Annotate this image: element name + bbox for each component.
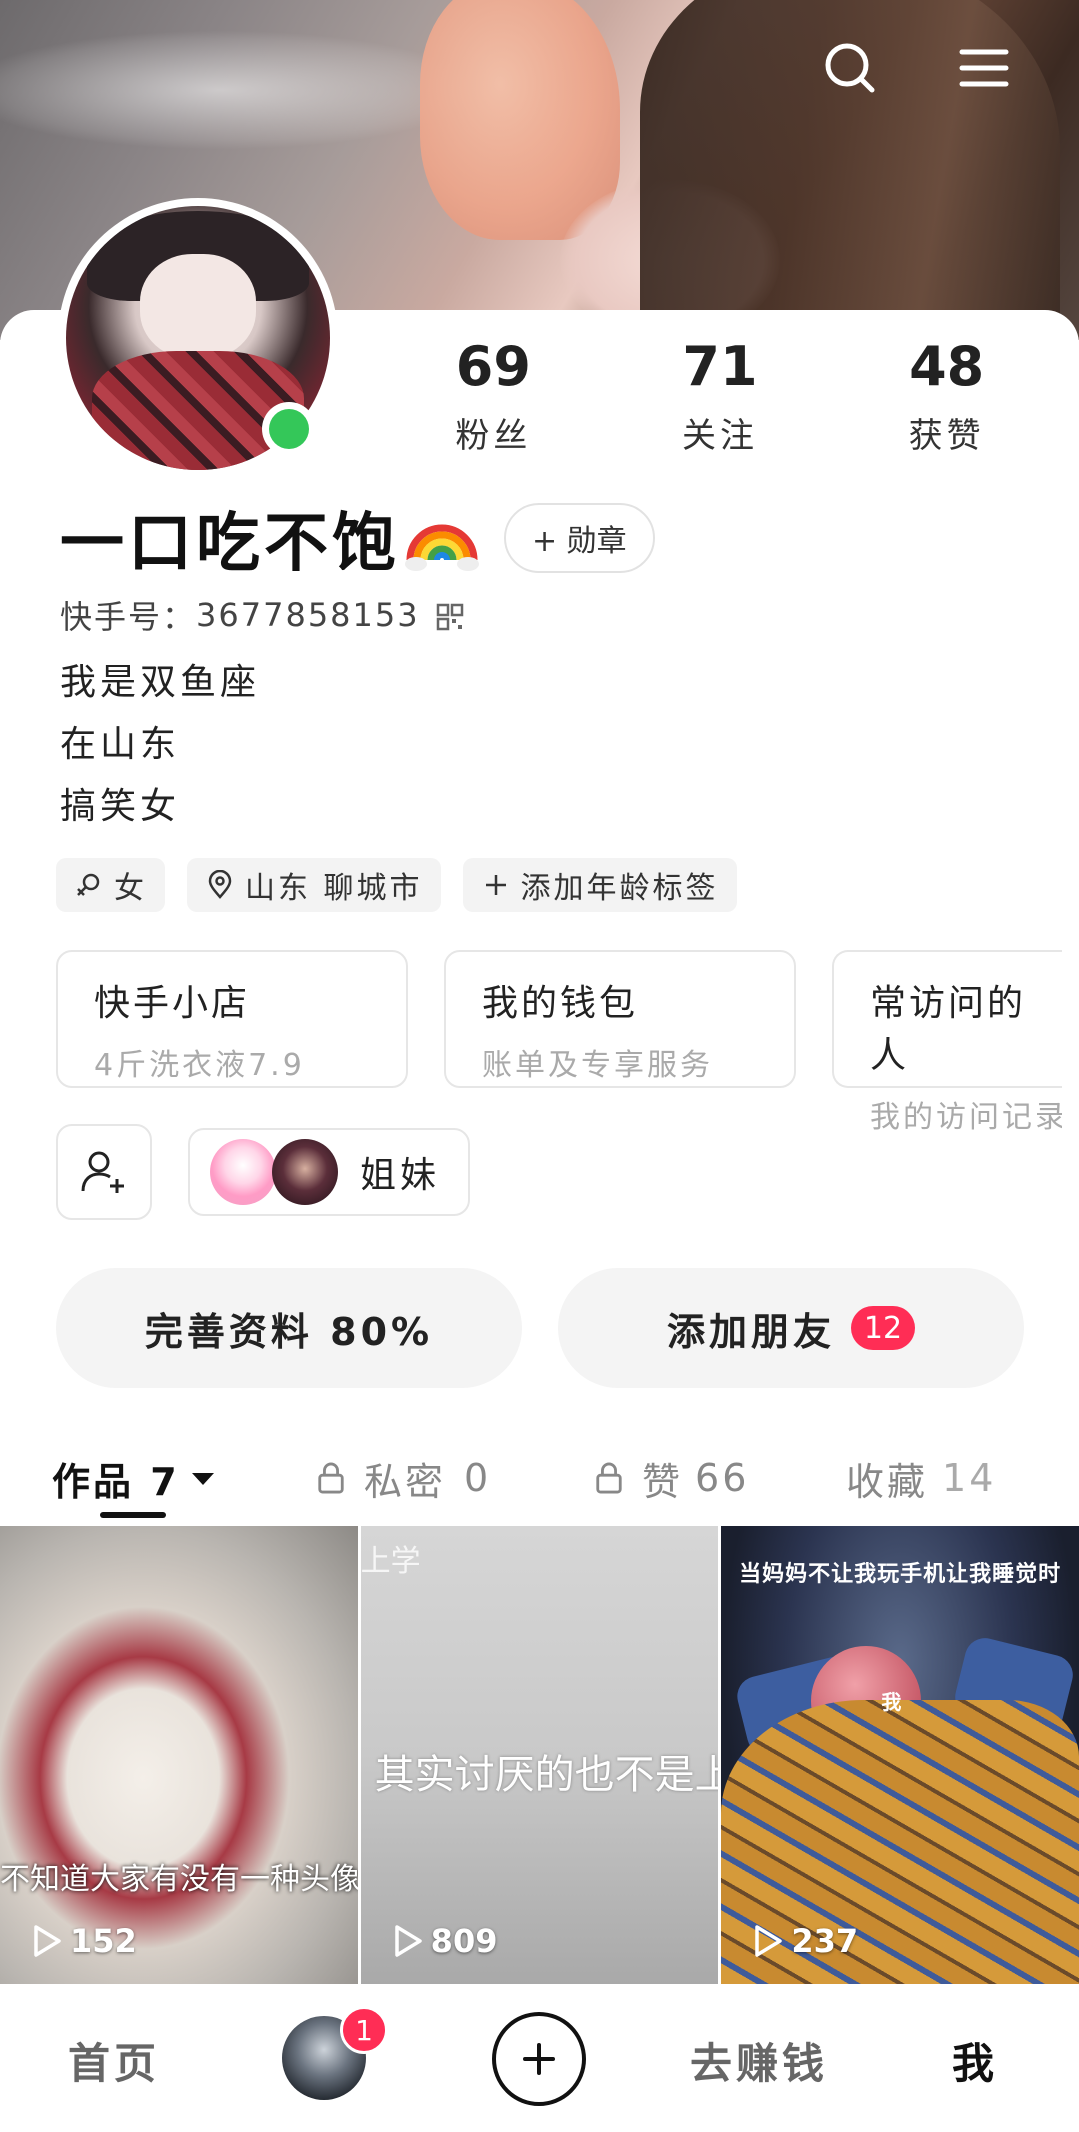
- nav-badge: 1: [340, 2006, 388, 2054]
- nav-me[interactable]: 我: [952, 2030, 998, 2091]
- tag-label: 女: [114, 871, 147, 906]
- female-icon: [74, 870, 104, 900]
- add-friends-button[interactable]: 添加朋友 12: [558, 1268, 1024, 1388]
- friend-group[interactable]: 姐妹: [188, 1128, 471, 1216]
- video-thumbnail[interactable]: 不知道大家有没有一种头像 152: [0, 1526, 358, 1984]
- video-top-caption: 上学: [360, 1544, 421, 1579]
- location-icon: [205, 870, 235, 900]
- card-subtitle: 我的访问记录: [870, 1100, 1062, 1135]
- video-caption: 当妈妈不让我玩手机让我睡觉时: [739, 1562, 1062, 1587]
- card-title: 我的钱包: [482, 983, 639, 1024]
- tab-label: 赞: [642, 1459, 684, 1504]
- profile-tags: 女 山东 聊城市 添加年龄标签: [56, 858, 737, 912]
- bottom-nav: 首页 1 去赚钱 我: [0, 1984, 1079, 2132]
- tab-private[interactable]: 私密 0: [316, 1451, 491, 1506]
- video-caption: 其实讨厌的也不是上学: [374, 1752, 719, 1798]
- service-cards: 快手小店 4斤洗衣液7.9 我的钱包 账单及专享服务 常访问的人 我的访问记录: [56, 950, 1062, 1135]
- kuaishou-id-label: 快手号：: [60, 598, 197, 636]
- play-count: 809: [393, 1922, 498, 1960]
- play-count-value: 152: [70, 1922, 137, 1960]
- action-buttons: 完善资料 80% 添加朋友 12: [56, 1268, 1024, 1388]
- card-frequent-visitors[interactable]: 常访问的人 我的访问记录: [832, 950, 1062, 1135]
- play-icon: [34, 1925, 61, 1957]
- plus-icon: [523, 2043, 555, 2075]
- tab-count: 0: [464, 1456, 492, 1500]
- add-user-icon: [81, 1151, 124, 1193]
- bio-line: 搞笑女: [60, 786, 181, 827]
- stat-value: 71: [682, 335, 758, 398]
- bio-line: 在山东: [60, 724, 181, 765]
- card-title: 常访问的人: [870, 983, 1027, 1076]
- play-count: 237: [753, 1922, 858, 1960]
- tab-works[interactable]: 作品 7: [52, 1451, 218, 1506]
- lock-icon: [318, 1462, 344, 1494]
- plus-icon: [481, 870, 511, 900]
- video-thumbnail[interactable]: 上学 其实讨厌的也不是上学 809: [360, 1526, 719, 1984]
- qrcode-icon[interactable]: [436, 601, 464, 631]
- tab-count: 66: [695, 1456, 750, 1500]
- add-friends-badge: 12: [851, 1306, 915, 1350]
- tab-label: 私密: [364, 1459, 447, 1504]
- nav-home[interactable]: 首页: [68, 2030, 160, 2091]
- stat-likes[interactable]: 48 获赞: [833, 340, 1060, 457]
- bio: 我是双鱼座 在山东 搞笑女: [60, 652, 260, 838]
- tag-gender[interactable]: 女: [56, 858, 165, 912]
- tag-label: 山东 聊城市: [245, 871, 423, 906]
- stat-label: 获赞: [908, 416, 985, 456]
- lock-icon: [596, 1462, 622, 1494]
- stat-followers[interactable]: 69 粉丝: [380, 340, 607, 457]
- stat-label: 粉丝: [455, 416, 532, 456]
- group-avatar: [210, 1139, 276, 1205]
- complete-profile-button[interactable]: 完善资料 80%: [56, 1268, 522, 1388]
- online-status-dot: [262, 402, 316, 456]
- bio-line: 我是双鱼座: [60, 662, 261, 703]
- tab-favorites[interactable]: 收藏 14: [846, 1451, 996, 1506]
- card-subtitle: 账单及专享服务: [482, 1048, 713, 1083]
- tag-label: 添加年龄标签: [520, 871, 719, 906]
- video-thumbnail[interactable]: 当妈妈不让我玩手机让我睡觉时 我 237: [721, 1526, 1079, 1984]
- tag-add-age[interactable]: 添加年龄标签: [462, 858, 737, 912]
- medal-button[interactable]: + 勋章: [504, 503, 655, 573]
- tab-likes[interactable]: 赞 66: [594, 1451, 749, 1506]
- friends-row: 姐妹: [56, 1124, 471, 1220]
- video-caption: 不知道大家有没有一种头像: [0, 1862, 358, 1897]
- play-count-value: 809: [430, 1922, 498, 1960]
- stat-following[interactable]: 71 关注: [607, 340, 834, 457]
- play-count-value: 237: [791, 1922, 859, 1960]
- tab-count: 14: [942, 1456, 997, 1500]
- add-friends-label: 添加朋友: [666, 1309, 835, 1354]
- nickname-row: 一口吃不饱 + 勋章: [60, 492, 655, 584]
- stat-value: 69: [455, 335, 531, 398]
- add-friend-button[interactable]: [56, 1124, 152, 1220]
- play-icon: [394, 1925, 422, 1957]
- rainbow-icon: [404, 500, 480, 576]
- caret-down-icon: [191, 1473, 214, 1485]
- stat-label: 关注: [682, 416, 758, 456]
- video-inner-caption: 我: [881, 1690, 902, 1714]
- video-grid: 不知道大家有没有一种头像 152 上学 其实讨厌的也不是上学 809 当妈妈不让…: [0, 1526, 1079, 1984]
- tag-location[interactable]: 山东 聊城市: [187, 858, 441, 912]
- group-avatar: [272, 1139, 338, 1205]
- stat-value: 48: [909, 335, 985, 398]
- play-icon: [755, 1925, 783, 1957]
- create-button[interactable]: [492, 2012, 586, 2106]
- nickname: 一口吃不饱: [60, 507, 400, 581]
- complete-profile-label: 完善资料 80%: [144, 1309, 434, 1354]
- group-name: 姐妹: [360, 1155, 441, 1196]
- tab-indicator: [100, 1512, 166, 1518]
- kuaishou-id[interactable]: 快手号： 3677858153: [60, 592, 464, 638]
- card-wallet[interactable]: 我的钱包 账单及专享服务: [444, 950, 796, 1088]
- play-count: 152: [32, 1922, 137, 1960]
- card-subtitle: 4斤洗衣液7.9: [94, 1048, 305, 1083]
- card-shop[interactable]: 快手小店 4斤洗衣液7.9: [56, 950, 408, 1088]
- content-tabs: 作品 7 私密 0 赞 66 收藏 14: [0, 1432, 1079, 1524]
- search-icon[interactable]: [822, 40, 878, 96]
- card-title: 快手小店: [94, 983, 251, 1024]
- menu-icon[interactable]: [956, 40, 1012, 96]
- nav-earn[interactable]: 去赚钱: [690, 2030, 828, 2091]
- tab-label: 作品 7: [52, 1459, 180, 1504]
- tab-label: 收藏: [846, 1459, 929, 1504]
- kuaishou-id-value: 3677858153: [196, 596, 420, 634]
- stats-row: 69 粉丝 71 关注 48 获赞: [380, 340, 1060, 457]
